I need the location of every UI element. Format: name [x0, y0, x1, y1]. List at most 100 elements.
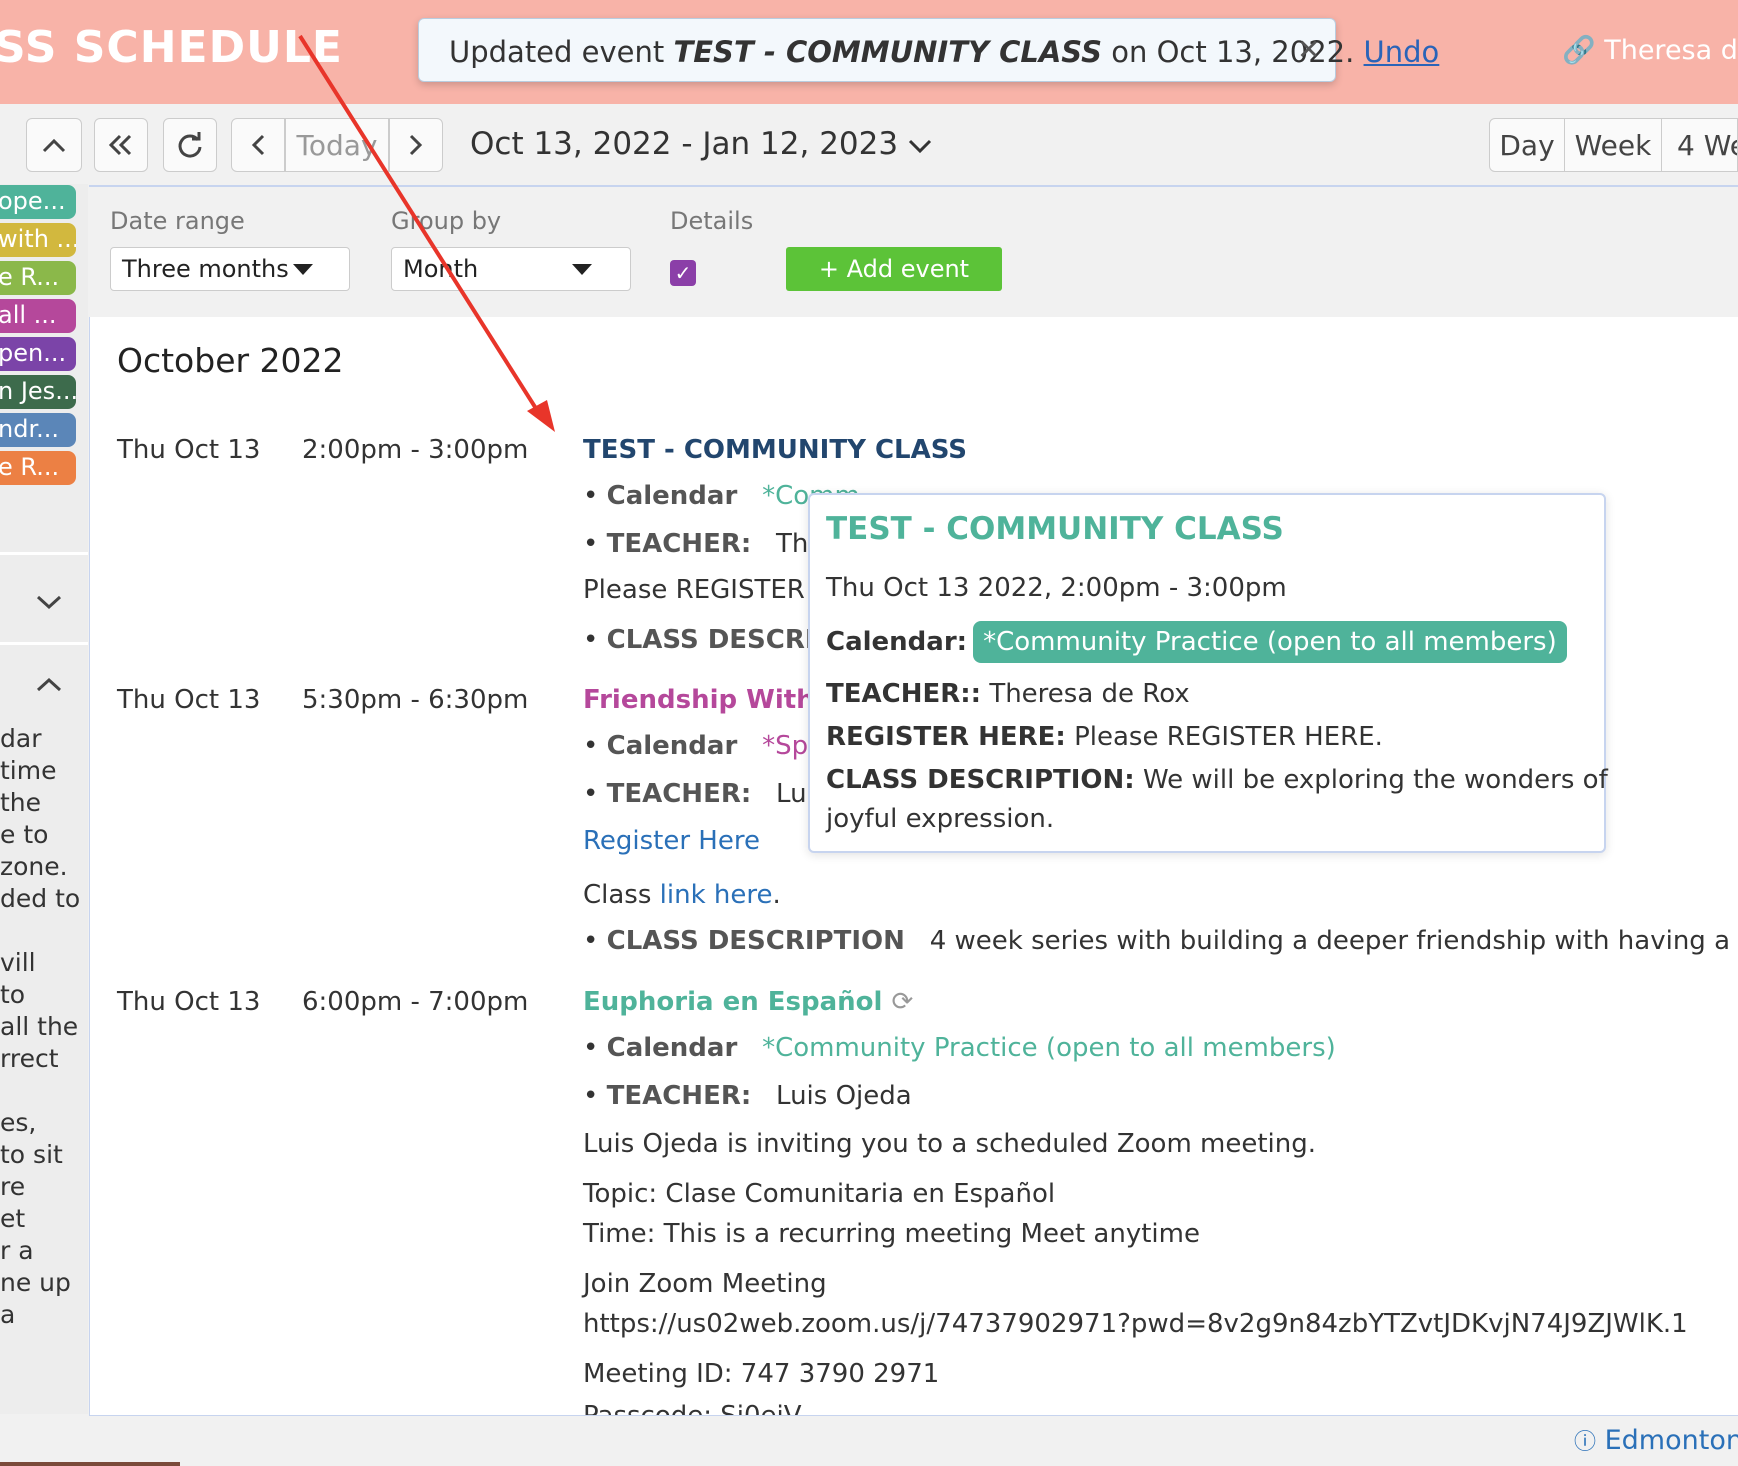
- class-link-row: Class link here.: [583, 880, 781, 910]
- popup-description-row: CLASS DESCRIPTION: We will be exploring …: [826, 765, 1608, 795]
- next-button[interactable]: [389, 118, 443, 172]
- sidebar-help-line: re: [0, 1172, 26, 1201]
- filter-bar: Date range Three months Group by Month D…: [89, 185, 1738, 319]
- sidebar-help-line: the: [0, 788, 42, 817]
- chevron-left-icon: [251, 134, 265, 156]
- event-description-row: • CLASS DESCRIPTION 4 week series with b…: [583, 926, 1738, 956]
- sidebar-calendar-item[interactable]: e R...: [0, 451, 76, 485]
- refresh-button[interactable]: [163, 118, 217, 172]
- collapse-up-icon[interactable]: [26, 118, 82, 172]
- sidebar-help-line: zone.: [0, 852, 68, 881]
- sidebar-calendar-item[interactable]: all ...: [0, 299, 76, 333]
- event-calendar-row: • Calendar *Community Practice (open to …: [583, 1033, 1336, 1063]
- recurring-icon: ⟳: [891, 987, 914, 1017]
- event-date: Thu Oct 13: [117, 987, 261, 1017]
- event-description-line: Luis Ojeda is inviting you to a schedule…: [583, 1129, 1317, 1159]
- popup-description-cont: joyful expression.: [826, 804, 1055, 834]
- sidebar-help-line: ded to: [0, 884, 81, 913]
- sidebar-help-line: vill: [0, 948, 36, 977]
- caret-down-icon: [572, 264, 592, 275]
- sidebar-help-line: et: [0, 1204, 26, 1233]
- today-button[interactable]: Today: [285, 118, 389, 172]
- sidebar-calendar-item[interactable]: n Jes...: [0, 375, 76, 409]
- calendar-toolbar: Today Oct 13, 2022 - Jan 12, 2023 Day We…: [0, 104, 1738, 184]
- sidebar-help-line: all the: [0, 1012, 79, 1041]
- group-by-select[interactable]: Month: [391, 247, 631, 291]
- sidebar-divider: [0, 642, 88, 645]
- class-link[interactable]: link here: [660, 880, 773, 910]
- event-description-line: Topic: Clase Comunitaria en Español: [583, 1179, 1056, 1209]
- event-title[interactable]: TEST - COMMUNITY CLASS: [583, 435, 967, 465]
- details-label: Details: [670, 207, 754, 235]
- timezone-link[interactable]: ⓘ Edmonton: [1574, 1424, 1738, 1456]
- date-range-title[interactable]: Oct 13, 2022 - Jan 12, 2023: [470, 126, 932, 162]
- sidebar-calendar-item[interactable]: with ...: [0, 223, 76, 257]
- event-time: 2:00pm - 3:00pm: [302, 435, 529, 465]
- collapse-up-icon[interactable]: [36, 676, 62, 696]
- popup-datetime: Thu Oct 13 2022, 2:00pm - 3:00pm: [826, 573, 1287, 603]
- undo-link[interactable]: Undo: [1364, 35, 1440, 69]
- add-event-button[interactable]: + Add event: [786, 247, 1002, 291]
- user-link[interactable]: 🔗 Theresa de R: [1562, 34, 1738, 66]
- view-4week-button[interactable]: 4 We: [1661, 118, 1738, 172]
- event-description-line: Time: This is a recurring meeting Meet a…: [583, 1219, 1200, 1249]
- group-by-value: Month: [403, 255, 479, 283]
- double-chevron-left-icon: [108, 134, 132, 156]
- event-description-line: Passcode: Si0eiV: [583, 1401, 802, 1416]
- register-here-link[interactable]: Register Here: [583, 826, 760, 856]
- toast-notification: Updated event TEST - COMMUNITY CLASS on …: [418, 18, 1439, 82]
- sidebar-calendar-item[interactable]: pen...: [0, 337, 76, 371]
- expand-down-icon[interactable]: [36, 594, 62, 614]
- zoom-link[interactable]: https://us02web.zoom.us/j/74737902971?pw…: [583, 1309, 1688, 1339]
- sidebar-calendar-item[interactable]: ope...: [0, 185, 76, 219]
- event-description-line: Join Zoom Meeting: [583, 1269, 827, 1299]
- event-time: 6:00pm - 7:00pm: [302, 987, 529, 1017]
- sidebar-calendar-item[interactable]: ndr...: [0, 413, 76, 447]
- chevron-right-icon: [409, 134, 423, 156]
- close-icon[interactable]: ✕: [1297, 33, 1320, 66]
- event-title[interactable]: Friendship Within: [583, 685, 842, 715]
- user-name: Theresa de R: [1604, 35, 1738, 66]
- event-list: October 2022 Thu Oct 13 2:00pm - 3:00pm …: [89, 317, 1738, 1416]
- event-calendar-row: • Calendar *Spec: [583, 731, 839, 761]
- event-teacher-row: • TEACHER: Luis Ojeda: [583, 1081, 912, 1111]
- date-range-select[interactable]: Three months: [110, 247, 350, 291]
- event-date: Thu Oct 13: [117, 435, 261, 465]
- event-popup: TEST - COMMUNITY CLASS Thu Oct 13 2022, …: [808, 493, 1608, 853]
- event-description-line: Meeting ID: 747 3790 2971: [583, 1359, 940, 1389]
- popup-register-row: REGISTER HERE: Please REGISTER HERE.: [826, 722, 1383, 752]
- prev-button[interactable]: [231, 118, 285, 172]
- view-day-button[interactable]: Day: [1489, 118, 1565, 172]
- event-time: 5:30pm - 6:30pm: [302, 685, 529, 715]
- sidebar-help-line: e to: [0, 820, 49, 849]
- sidebar-help-line: a: [0, 1300, 16, 1329]
- details-checkbox[interactable]: ✓: [670, 260, 696, 286]
- info-icon: ⓘ: [1574, 1430, 1597, 1455]
- sidebar-help-line: rrect: [0, 1044, 59, 1073]
- event-title[interactable]: Euphoria en Español ⟳: [583, 987, 913, 1017]
- group-by-label: Group by: [391, 207, 502, 235]
- popup-title: TEST - COMMUNITY CLASS: [826, 511, 1284, 547]
- month-heading: October 2022: [117, 341, 344, 380]
- sidebar-divider: [0, 552, 88, 555]
- skip-back-button[interactable]: [94, 118, 148, 172]
- popup-calendar-badge: *Community Practice (open to all members…: [973, 621, 1567, 663]
- caret-down-icon: [293, 264, 313, 275]
- sidebar-calendar-item[interactable]: e R...: [0, 261, 76, 295]
- date-range-text: Oct 13, 2022 - Jan 12, 2023: [470, 126, 899, 162]
- popup-teacher-row: TEACHER:: Theresa de Rox: [826, 679, 1190, 709]
- sidebar: ope... with ... e R... all ... pen... n …: [0, 184, 88, 1414]
- popup-calendar-row: Calendar: *Community Practice (open to al…: [826, 621, 1567, 663]
- event-date: Thu Oct 13: [117, 685, 261, 715]
- bottom-edge-strip: [0, 1462, 180, 1466]
- toast-prefix: Updated event: [449, 35, 674, 69]
- event-register-text: Please REGISTER H: [583, 575, 833, 605]
- view-week-button[interactable]: Week: [1564, 118, 1662, 172]
- app-title: SS SCHEDULE: [0, 22, 343, 73]
- date-range-label: Date range: [110, 207, 245, 235]
- sidebar-help-line: r a: [0, 1236, 34, 1265]
- sidebar-help-line: ne up: [0, 1268, 71, 1297]
- chevron-down-icon: [908, 139, 932, 154]
- toast-suffix: on Oct 13, 2022.: [1102, 35, 1364, 69]
- sidebar-help-line: to: [0, 980, 26, 1009]
